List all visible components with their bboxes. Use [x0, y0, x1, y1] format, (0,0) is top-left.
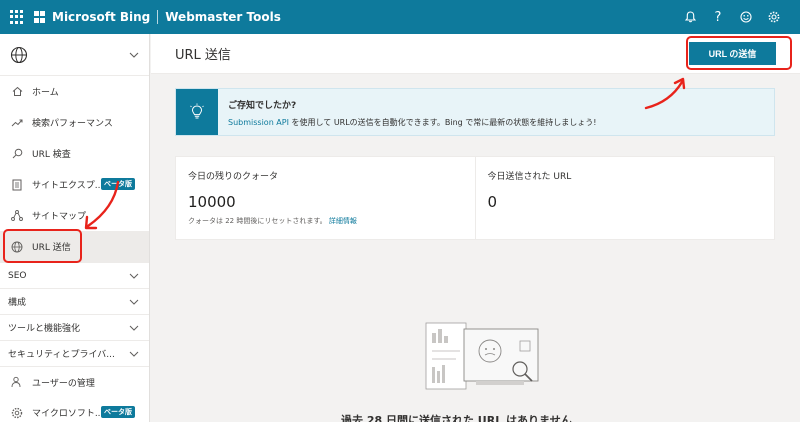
document-icon	[10, 178, 24, 192]
sidebar-group-seo[interactable]: SEO	[0, 262, 149, 288]
sidebar-item-home[interactable]: ホーム	[0, 76, 149, 107]
home-icon	[10, 85, 24, 99]
sidebar-item-url-inspection[interactable]: URL 検査	[0, 138, 149, 169]
sidebar-group-label: ツールと機能強化	[8, 324, 81, 334]
submitted-stat: 今日送信された URL 0	[474, 157, 775, 239]
tip-body-text: を使用して URLの送信を自動化できます。Bing で常に最新の状態を維持しまし…	[288, 118, 597, 127]
bell-icon[interactable]	[676, 3, 704, 31]
product-name[interactable]: Webmaster Tools	[165, 10, 281, 24]
sitemap-icon	[10, 209, 24, 223]
quota-stat: 今日の残りのクォータ 10000 クォータは 22 時間後にリセットされます。 …	[176, 157, 475, 239]
chevron-down-icon	[129, 273, 139, 279]
app-launcher-icon[interactable]	[10, 10, 24, 24]
quota-reset-note: クォータは 22 時間後にリセットされます。 詳細情報	[188, 216, 463, 226]
search-icon	[10, 147, 24, 161]
learn-more-link[interactable]: 詳細情報	[329, 217, 357, 225]
sidebar-group-configuration[interactable]: 構成	[0, 288, 149, 314]
chevron-down-icon	[129, 351, 139, 357]
submitted-value: 0	[487, 193, 498, 211]
microsoft-logo-icon	[34, 11, 46, 23]
quota-reset-text: クォータは 22 時間後にリセットされます。	[188, 217, 327, 225]
page-title: URL 送信	[175, 48, 231, 63]
brand-name[interactable]: Microsoft Bing	[52, 10, 150, 24]
tip-title: ご存知でしたか?	[228, 101, 297, 111]
nav-highlight-box	[3, 229, 82, 263]
top-icons: ?	[676, 3, 788, 31]
sidebar-group-security[interactable]: セキュリティとプライバ...	[0, 340, 149, 366]
gear-icon[interactable]	[760, 3, 788, 31]
annotation-arrow-icon	[84, 180, 120, 230]
submitted-label: 今日送信された URL	[487, 172, 572, 182]
sidebar-item-label: 検索パフォーマンス	[32, 119, 113, 129]
empty-state-message: 過去 28 日間に送信された URL はありません	[341, 414, 572, 422]
sidebar: ホーム 検索パフォーマンス URL 検査 サイトエクスプ... ベータ版 サイト…	[0, 34, 150, 422]
sidebar-item-label: URL 検査	[32, 150, 71, 160]
sidebar-item-site-explorer[interactable]: サイトエクスプ... ベータ版	[0, 169, 149, 200]
chevron-down-icon[interactable]	[129, 52, 139, 58]
sidebar-item-sitemaps[interactable]: サイトマップ	[0, 200, 149, 231]
main-content: URL 送信 URL の送信 ご存知でしたか? Submission API を…	[151, 34, 800, 422]
brand-divider	[157, 10, 159, 24]
chevron-down-icon	[129, 325, 139, 331]
sidebar-item-microsoft[interactable]: マイクロソフト... ベータ版	[0, 397, 149, 422]
settings-icon	[10, 406, 24, 420]
help-icon[interactable]: ?	[704, 3, 732, 31]
quota-value: 10000	[188, 193, 236, 211]
sidebar-group-label: セキュリティとプライバ...	[8, 350, 115, 360]
trend-icon	[10, 116, 24, 130]
sidebar-group-label: 構成	[8, 298, 27, 308]
quota-label: 今日の残りのクォータ	[188, 172, 279, 182]
sidebar-item-search-performance[interactable]: 検索パフォーマンス	[0, 107, 149, 138]
tip-text: ご存知でしたか? Submission API を使用して URLの送信を自動化…	[218, 89, 597, 135]
sidebar-item-label: ホーム	[32, 88, 59, 98]
chevron-down-icon	[129, 299, 139, 305]
tip-body: Submission API を使用して URLの送信を自動化できます。Bing…	[228, 117, 597, 128]
sidebar-group-tools[interactable]: ツールと機能強化	[0, 314, 149, 340]
sidebar-item-label: マイクロソフト...	[32, 409, 104, 419]
globe-icon	[10, 46, 28, 63]
button-highlight-box	[686, 36, 792, 70]
submission-api-link[interactable]: Submission API	[228, 118, 289, 127]
smiley-icon[interactable]	[732, 3, 760, 31]
empty-state-illustration	[425, 322, 539, 390]
top-bar: Microsoft Bing Webmaster Tools ?	[0, 0, 800, 34]
sidebar-group-label: SEO	[8, 270, 27, 281]
users-icon	[10, 375, 24, 389]
sidebar-item-user-management[interactable]: ユーザーの管理	[0, 366, 149, 397]
lightbulb-icon	[190, 103, 204, 119]
site-selector[interactable]	[0, 34, 149, 76]
sidebar-item-label: ユーザーの管理	[32, 378, 95, 389]
stats-card: 今日の残りのクォータ 10000 クォータは 22 時間後にリセットされます。 …	[175, 156, 775, 240]
beta-badge: ベータ版	[101, 406, 135, 418]
annotation-arrow-icon	[644, 77, 686, 110]
tip-icon-box	[176, 89, 218, 135]
